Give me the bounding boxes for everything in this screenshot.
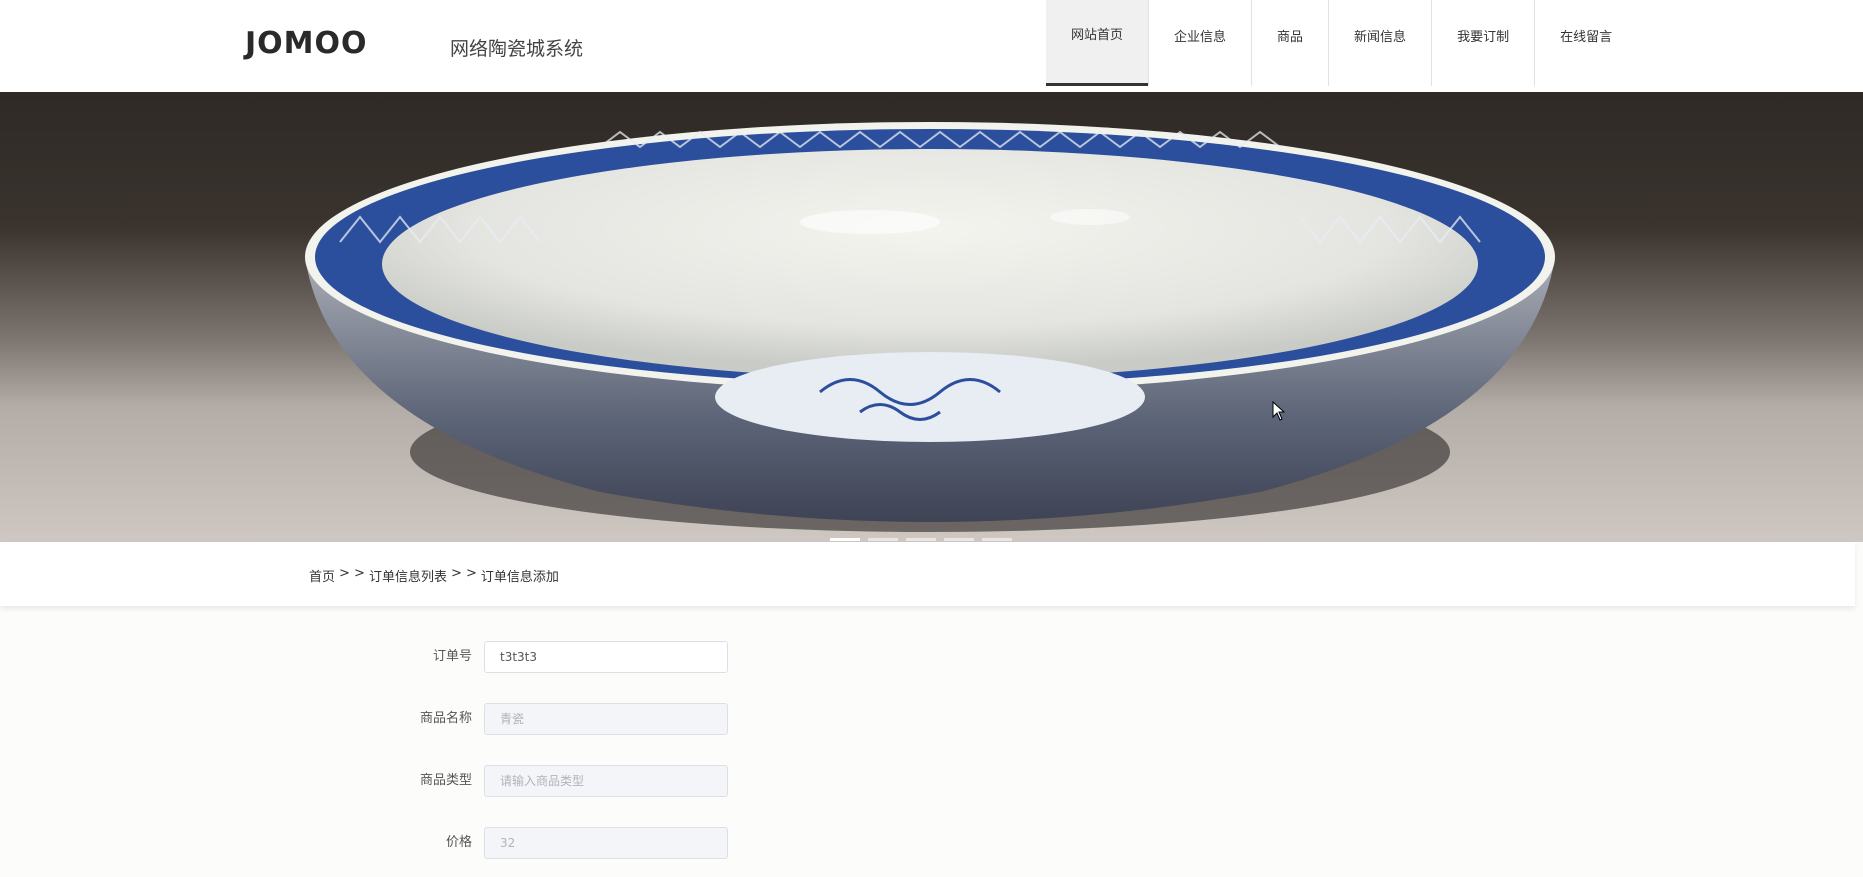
carousel-indicators — [830, 538, 1012, 541]
form-row-order-no: 订单号 — [0, 641, 800, 673]
carousel-dot[interactable] — [868, 538, 898, 541]
mouse-cursor-icon — [1272, 401, 1286, 421]
breadcrumb-separator: > > — [450, 566, 477, 581]
nav-item-company[interactable]: 企业信息 — [1148, 0, 1251, 86]
carousel-dot[interactable] — [906, 538, 936, 541]
price-input[interactable] — [484, 827, 728, 859]
nav-item-label: 在线留言 — [1560, 29, 1613, 45]
breadcrumb-list-link[interactable]: 订单信息列表 — [369, 566, 447, 585]
form-row-price: 价格 — [0, 827, 800, 859]
nav-item-messages[interactable]: 在线留言 — [1534, 0, 1637, 86]
carousel-dot[interactable] — [982, 538, 1012, 541]
breadcrumb-bar: 首页 > > 订单信息列表 > > 订单信息添加 — [0, 542, 1855, 606]
site-header: JOMOO 网络陶瓷城系统 网站首页 企业信息 商品 新闻信息 我要订制 在线留… — [0, 0, 1863, 92]
nav-item-products[interactable]: 商品 — [1251, 0, 1328, 86]
porcelain-bowl-image — [305, 122, 1555, 532]
nav-item-label: 网站首页 — [1071, 28, 1124, 43]
product-type-input[interactable] — [484, 765, 728, 797]
breadcrumb-home-link[interactable]: 首页 — [309, 566, 335, 585]
product-type-label: 商品类型 — [419, 773, 472, 788]
form-row-product-name: 商品名称 — [0, 703, 800, 735]
banner-carousel[interactable] — [0, 92, 1863, 542]
nav-item-custom-order[interactable]: 我要订制 — [1431, 0, 1534, 86]
nav-item-label: 企业信息 — [1174, 29, 1227, 45]
breadcrumb-separator: > > — [339, 566, 365, 581]
nav-item-label: 商品 — [1277, 29, 1304, 45]
nav-item-label: 我要订制 — [1457, 29, 1510, 45]
order-no-label: 订单号 — [432, 649, 472, 664]
carousel-dot[interactable] — [830, 538, 860, 541]
order-no-input[interactable] — [484, 641, 728, 673]
carousel-dot[interactable] — [944, 538, 974, 541]
breadcrumb-current: 订单信息添加 — [480, 570, 559, 585]
brand-logo[interactable]: JOMOO — [245, 26, 368, 61]
main-nav: 网站首页 企业信息 商品 新闻信息 我要订制 在线留言 — [1046, 0, 1637, 87]
breadcrumb: 首页 > > 订单信息列表 > > 订单信息添加 — [309, 566, 559, 585]
price-label: 价格 — [445, 835, 472, 850]
nav-item-news[interactable]: 新闻信息 — [1328, 0, 1431, 86]
nav-item-home[interactable]: 网站首页 — [1046, 0, 1149, 86]
nav-item-label: 新闻信息 — [1354, 29, 1407, 45]
site-title: 网络陶瓷城系统 — [450, 38, 584, 60]
form-row-product-type: 商品类型 — [0, 765, 800, 797]
product-name-input[interactable] — [484, 703, 728, 735]
product-name-label: 商品名称 — [419, 711, 472, 726]
